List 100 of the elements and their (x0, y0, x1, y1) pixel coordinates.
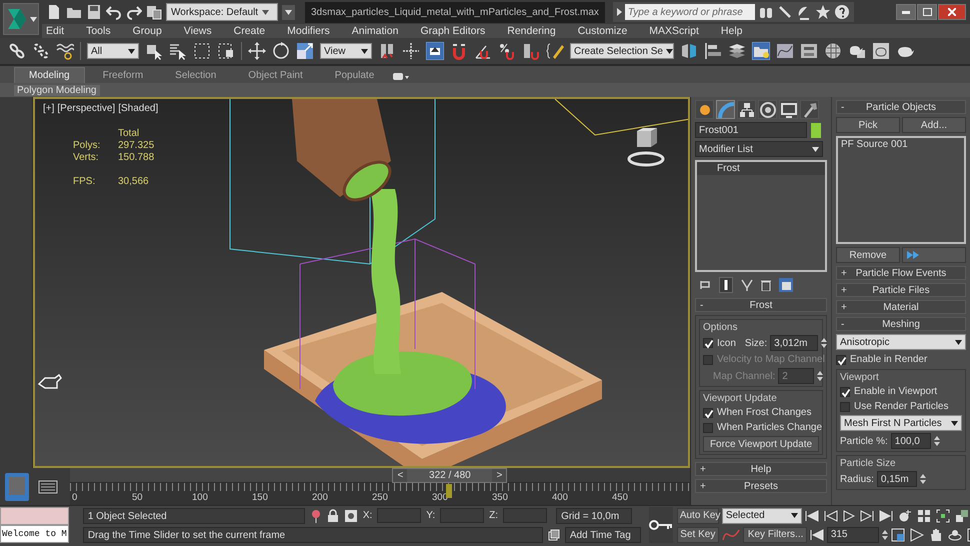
ribbon-tab[interactable]: Modeling (14, 67, 85, 83)
ribbon-tab[interactable]: Freeform (88, 67, 158, 83)
pick-button[interactable]: Pick (836, 117, 900, 133)
viewport[interactable]: [+] [Perspective] [Shaded] Total Polys: 297.325 Verts: 150.788 FPS: 30,566 (33, 97, 690, 468)
menu-item[interactable]: Create (234, 25, 266, 37)
coordinate-dropdown[interactable]: View (320, 43, 372, 59)
radius-field[interactable]: 0,15m (876, 471, 917, 487)
next-frame-button[interactable]: > (492, 469, 506, 482)
workspace-dropdown[interactable]: Workspace: Default (166, 3, 278, 21)
remove-button[interactable]: Remove (836, 247, 900, 263)
folder-bulb-icon[interactable] (752, 42, 770, 60)
pin-icon[interactable] (310, 508, 322, 522)
overflow-button[interactable] (282, 4, 295, 20)
menu-item[interactable]: MAXScript (649, 25, 699, 37)
scale-icon[interactable] (296, 42, 314, 60)
x-field[interactable] (377, 508, 422, 523)
mirror-icon[interactable] (680, 42, 698, 60)
align-icon[interactable] (704, 42, 722, 60)
minimize-button[interactable] (896, 4, 916, 20)
time-slider-thumb[interactable]: < 322 / 480 > (392, 468, 508, 483)
menu-item[interactable]: Views (184, 25, 212, 37)
crosshair-square-icon[interactable] (344, 508, 358, 522)
menu-item[interactable]: Animation (352, 25, 398, 37)
magnet-icon[interactable] (450, 42, 468, 60)
wave-icon[interactable] (56, 42, 74, 60)
go-start-icon[interactable] (804, 510, 819, 522)
y-field[interactable] (440, 508, 484, 523)
satellite-dish-icon[interactable] (796, 4, 812, 20)
rotate-icon[interactable] (272, 42, 290, 60)
curve-editor-icon[interactable] (38, 480, 58, 494)
new-page-icon[interactable] (46, 4, 62, 20)
checkbox[interactable] (703, 422, 713, 432)
checkbox[interactable] (840, 402, 850, 412)
redo-icon[interactable] (126, 4, 142, 20)
stack-item[interactable]: Frost (697, 162, 825, 175)
panel-tab[interactable] (779, 100, 798, 119)
menu-item[interactable]: Customize (578, 25, 628, 37)
viewport-label[interactable]: [+] (43, 103, 54, 114)
expand-arrow-icon[interactable] (616, 8, 622, 16)
spinner-arrows-icon[interactable] (821, 337, 828, 349)
ribbon-panel-label[interactable]: Polygon Modeling (14, 84, 100, 96)
time-slider-track[interactable]: < 322 / 480 > (70, 468, 690, 483)
frame-field[interactable]: 315 (826, 526, 879, 542)
window-stack-icon[interactable] (548, 528, 560, 540)
ribbon-options-icon[interactable] (392, 71, 410, 83)
menu-item[interactable]: Group (132, 25, 162, 37)
manipulate-icon[interactable] (426, 42, 444, 60)
panel-tab[interactable] (695, 100, 714, 119)
broken-link-icon[interactable] (32, 42, 50, 60)
go-start-icon[interactable] (810, 528, 824, 540)
zoom-icon[interactable] (898, 508, 912, 522)
panel-tab[interactable] (800, 100, 819, 119)
maximize-button[interactable] (917, 4, 937, 20)
curve-graph-icon[interactable] (776, 42, 794, 60)
rollout-header[interactable]: + Particle Files (836, 283, 966, 297)
checkbox[interactable] (703, 338, 713, 348)
next-key-icon[interactable] (860, 510, 874, 522)
layout-tab-icon[interactable] (4, 472, 30, 502)
checkbox[interactable] (840, 386, 850, 396)
folder-grid-icon[interactable] (146, 4, 162, 20)
window-icon[interactable] (890, 528, 905, 542)
vertical-bar-icon[interactable] (719, 277, 733, 293)
panel-grid-icon[interactable] (779, 278, 793, 292)
menu-item[interactable]: Rendering (507, 25, 556, 37)
rollout-header[interactable]: + Particle Flow Events (836, 266, 966, 280)
checkbox[interactable] (703, 408, 713, 418)
color-swatch[interactable] (811, 122, 821, 138)
go-end-icon[interactable] (878, 510, 893, 522)
previous-frame-button[interactable]: < (393, 469, 408, 482)
viewport-label[interactable]: [Perspective] (57, 103, 116, 114)
spinner-magnet-icon[interactable] (522, 42, 540, 60)
panel-tab[interactable] (737, 100, 756, 119)
named-selection-dropdown[interactable]: Create Selection Se (570, 43, 674, 59)
auto-key-button[interactable]: Auto Key (676, 508, 719, 524)
star-icon[interactable] (814, 4, 831, 20)
menu-item[interactable]: Edit (46, 25, 64, 37)
schematic-icon[interactable] (800, 42, 818, 60)
checker-sphere-icon[interactable] (824, 42, 842, 60)
viewport-mode-dropdown[interactable]: Mesh First N Particles (840, 415, 962, 431)
frame-icon[interactable] (936, 508, 950, 522)
link-icon[interactable] (8, 42, 26, 60)
z-field[interactable] (503, 508, 548, 523)
rollout-header[interactable]: + Material (836, 300, 966, 314)
add-time-tag-button[interactable]: Add Time Tag (564, 526, 641, 542)
grid-icon[interactable] (916, 508, 931, 522)
modifier-list-dropdown[interactable]: Modifier List (695, 141, 823, 157)
bin-icon[interactable] (761, 279, 771, 291)
add-button[interactable]: Add... (902, 117, 966, 133)
spinner-arrows-icon[interactable] (934, 435, 940, 447)
expand-button[interactable] (902, 247, 966, 263)
crosshair-icon[interactable] (402, 42, 420, 60)
dashed-rectangle-icon[interactable] (193, 42, 211, 60)
percent-magnet-icon[interactable] (498, 42, 516, 60)
rollout-header[interactable]: + Help (695, 462, 827, 476)
lock-icon[interactable] (326, 508, 339, 522)
cubes-icon[interactable] (954, 508, 969, 522)
listener-input[interactable] (0, 507, 69, 525)
spinner-arrows-icon[interactable] (817, 370, 824, 382)
pencil-braces-icon[interactable] (546, 42, 564, 60)
close-button[interactable] (938, 4, 966, 20)
